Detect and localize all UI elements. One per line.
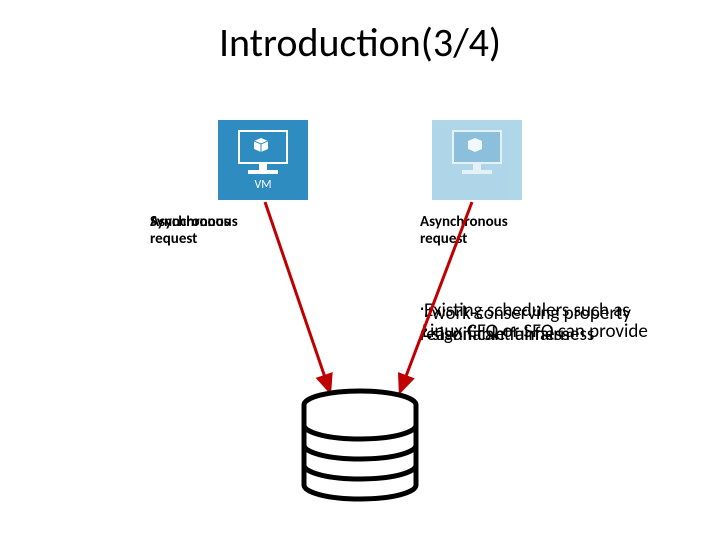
monitor-icon [238,130,288,164]
monitor-icon [452,130,502,164]
blurb-line4: ∴significant unfairness [420,323,594,346]
request-label-left: Asynchronous Synchronous request [150,214,197,248]
vm-left: VM [218,120,308,200]
slide-title: Introduction(3/4) [0,18,720,67]
scheduler-blurb: Existing schedulers such as ∵work-conser… [422,300,720,345]
request-label-right: Asynchronous request [420,214,508,249]
cube-icon [254,138,268,152]
arrows-layer [0,0,720,540]
vm-left-label: VM [254,178,271,192]
blurb-line4-wrap: reasonable fairness ∴significant unfairn… [420,324,720,346]
slide: Introduction(3/4) VM Asynchronous Synchr… [0,0,720,540]
req-right-line2: request [420,231,508,248]
vm-right [432,120,522,200]
arrow-left [265,202,330,392]
monitor-base [462,170,492,174]
req-left-sync-overlay: Synchronous [150,214,230,231]
req-left-line2: request [150,231,197,248]
monitor-base [248,170,278,174]
req-right-line1: Asynchronous [420,214,508,231]
disk-icon [304,391,416,499]
cube-icon [468,138,482,152]
